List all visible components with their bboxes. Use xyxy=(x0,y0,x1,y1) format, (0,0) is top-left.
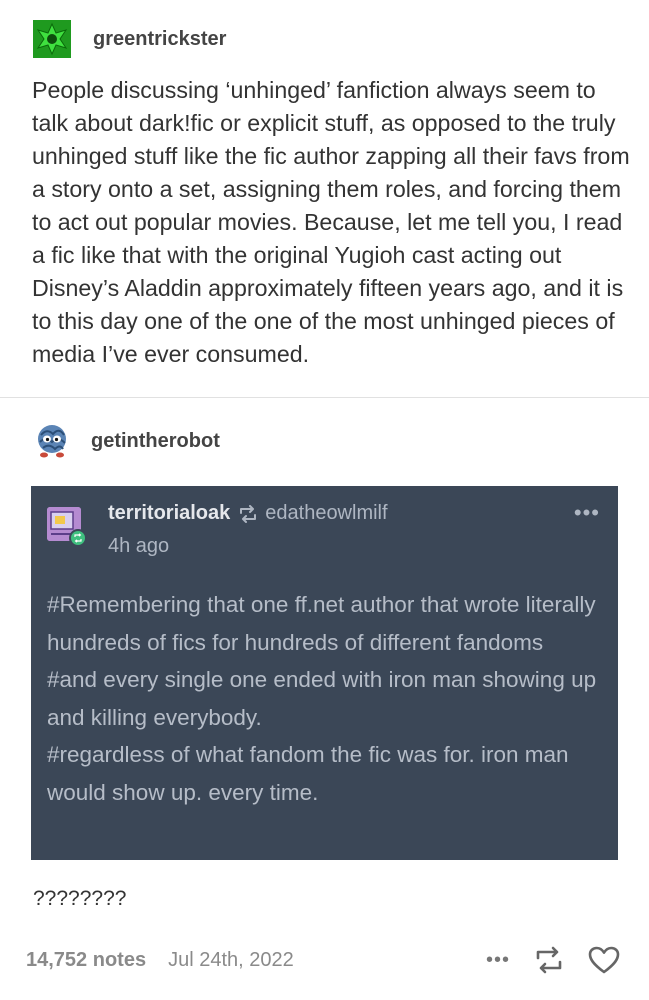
tag-item[interactable]: #regardless of what fandom the fic was f… xyxy=(47,736,609,811)
post2-header: getintherobot xyxy=(33,422,220,460)
post1-header: greentrickster xyxy=(33,20,226,58)
more-options-icon[interactable]: ••• xyxy=(486,949,510,972)
quoted-tags: #Remembering that one ff.net author that… xyxy=(47,586,609,812)
tangela-avatar-icon[interactable] xyxy=(33,422,71,460)
territorialoak-avatar-icon[interactable] xyxy=(47,507,87,547)
post-date: Jul 24th, 2022 xyxy=(168,948,294,971)
post-footer: 14,752 notes Jul 24th, 2022 ••• xyxy=(26,943,620,977)
quoted-source-username[interactable]: edatheowlmilf xyxy=(265,502,387,525)
quoted-username[interactable]: territorialoak xyxy=(108,502,230,525)
post-actions: ••• xyxy=(486,943,620,977)
quoted-post-user-line: territorialoak edatheowlmilf xyxy=(108,502,388,525)
notes-count[interactable]: 14,752 notes xyxy=(26,949,146,972)
post1-body: People discussing ‘unhinged’ fanfiction … xyxy=(32,77,630,367)
quoted-more-options-icon[interactable]: ••• xyxy=(574,500,600,526)
post2-reply-text: ???????? xyxy=(33,887,127,910)
heart-icon[interactable] xyxy=(588,946,620,974)
green-star-avatar-icon[interactable] xyxy=(33,20,71,58)
reblog-button-icon[interactable] xyxy=(534,946,564,974)
reblog-badge-icon xyxy=(69,529,87,547)
tag-item[interactable]: #and every single one ended with iron ma… xyxy=(47,661,609,736)
post2-username[interactable]: getintherobot xyxy=(91,430,220,453)
quoted-post: territorialoak edatheowlmilf 4h ago ••• … xyxy=(31,486,618,860)
post1-username[interactable]: greentrickster xyxy=(93,28,226,51)
reblog-icon xyxy=(238,504,258,523)
post-divider xyxy=(0,397,649,398)
tag-item[interactable]: #Remembering that one ff.net author that… xyxy=(47,586,609,661)
quoted-timestamp: 4h ago xyxy=(108,535,170,557)
